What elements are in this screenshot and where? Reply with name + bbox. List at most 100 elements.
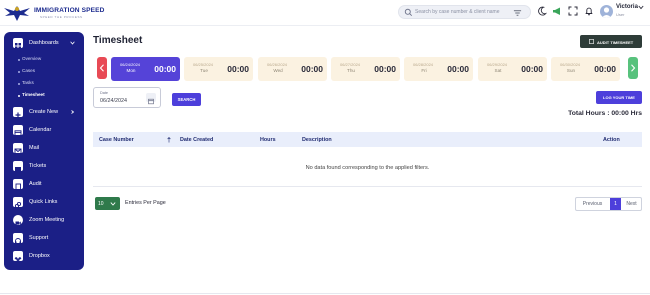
sidebar-item-calendar[interactable]: Calendar [13,125,81,137]
sidebar: Dashboards Overview Cases Tasks Timeshee… [4,32,84,270]
chevron-right-icon [71,110,75,114]
previous-page-button[interactable]: Previous [576,198,609,210]
audit-timesheet-button[interactable]: AUDIT TIMESHEET [580,35,642,48]
sidebar-item-audit[interactable]: Audit [13,179,81,191]
day-hours: 00:00 [301,64,323,74]
total-hours-label: Total Hours : [568,110,610,117]
calendar-icon[interactable] [146,93,156,105]
sidebar-item-label: Audit [29,181,42,187]
sidebar-item-zoom-meeting[interactable]: Zoom Meeting [13,215,81,226]
dark-mode-moon-icon[interactable] [537,6,547,16]
day-date: 06/27/2024 [340,62,361,67]
sidebar-item-create-new[interactable]: Create New [13,107,81,118]
next-page-button[interactable]: Next [622,198,641,210]
sidebar-item-label: Calendar [29,127,52,133]
date-field-label: Date [100,91,109,95]
audit-timesheet-label: AUDIT TIMESHEET [597,39,634,45]
sidebar-item-mail[interactable]: Mail [13,143,81,154]
sidebar-subitem-tasks[interactable]: Tasks [22,80,34,85]
day-card-fri[interactable]: 06/28/2024 Fri 00:00 [404,57,473,81]
ticket-icon [13,161,23,171]
pagination: Previous 1 Next [575,197,642,211]
dashboard-icon [13,38,23,49]
day-card-sat[interactable]: 06/29/2024 Sat 00:00 [478,57,547,81]
chevron-down-icon [110,201,116,206]
total-hours-unit: Hrs [630,110,642,117]
entries-per-page-label: Entries Per Page [125,200,166,206]
column-header-date-created[interactable]: Date Created [180,137,213,143]
sort-arrow-icon[interactable] [167,137,171,143]
user-avatar-icon [601,7,612,18]
sidebar-subitem-overview[interactable]: Overview [22,56,41,61]
sidebar-item-dashboards[interactable]: Dashboards [13,38,81,49]
search-input[interactable]: Search by case number & client name [398,5,531,19]
day-date: 06/25/2024 [193,62,214,67]
avatar[interactable] [600,5,613,18]
sidebar-item-label: Create New [29,109,59,115]
sidebar-item-support[interactable]: Support [13,233,81,244]
empty-table-message: No data found corresponding to the appli… [305,165,430,171]
brand-tagline: SPEED THE PROCESS [40,15,83,19]
day-hours: 00:00 [154,64,176,74]
log-your-time-button[interactable]: LOG YOUR TIME [596,91,642,104]
bullet-icon [18,71,20,73]
brand-name: IMMIGRATION SPEED [34,7,105,14]
table-header: Case Number Date Created Hours Descripti… [93,132,642,147]
chevron-right-icon [631,64,636,72]
user-role: User [616,12,625,17]
chevron-down-icon [70,41,75,45]
day-name: Tue [200,68,208,73]
chevron-down-icon[interactable] [638,5,644,10]
create-icon [13,107,23,118]
total-hours-value: 00:00 [611,110,629,117]
mail-icon [13,143,23,154]
sidebar-item-label: Quick Links [29,199,58,205]
dropbox-icon [13,251,23,262]
day-card-wed[interactable]: 06/26/2024 Wed 00:00 [258,57,327,81]
filter-icon[interactable] [513,9,522,17]
day-date: 06/28/2024 [413,62,434,67]
brand-logo[interactable]: IMMIGRATION SPEED SPEED THE PROCESS [2,3,104,23]
sidebar-item-label: Tickets [29,163,47,169]
sidebar-item-dropbox[interactable]: Dropbox [13,251,81,262]
notification-bell-icon[interactable] [584,6,594,16]
total-hours: Total Hours : 00:00 Hrs [568,110,642,117]
day-name: Thu [347,68,355,73]
sidebar-subitem-cases[interactable]: Cases [22,68,35,73]
day-hours: 00:00 [594,64,616,74]
zoom-icon [13,215,23,225]
bullet-icon [18,59,20,61]
day-name: Mon [126,68,136,73]
day-name: Wed [273,68,283,73]
bullet-icon [18,95,20,97]
fullscreen-icon[interactable] [568,6,578,16]
sidebar-subitem-timesheet[interactable]: Timesheet [22,92,45,97]
support-icon [13,233,23,244]
day-date: 06/24/2024 [120,62,141,67]
page-title: Timesheet [93,35,143,46]
column-header-description[interactable]: Description [302,137,332,143]
day-card-mon[interactable]: 06/24/2024 Mon 00:00 [111,57,180,81]
column-header-case-number[interactable]: Case Number [99,137,134,143]
sidebar-item-tickets[interactable]: Tickets [13,161,81,172]
link-icon [13,197,23,209]
column-header-hours[interactable]: Hours [260,137,276,143]
day-card-thu[interactable]: 06/27/2024 Thu 00:00 [331,57,400,81]
column-header-action: Action [603,137,620,143]
previous-week-button[interactable] [97,57,107,79]
day-card-sun[interactable]: 06/30/2024 Sun 00:00 [551,57,620,81]
day-card-tue[interactable]: 06/25/2024 Tue 00:00 [184,57,253,81]
sidebar-item-quick-links[interactable]: Quick Links [13,197,81,209]
entries-per-page-select[interactable]: 10 [95,197,120,210]
next-week-button[interactable] [628,57,638,79]
day-date: 06/29/2024 [487,62,508,67]
page-1-button[interactable]: 1 [610,198,621,210]
date-field[interactable]: Date 06/24/2024 [93,87,161,108]
announcement-megaphone-icon[interactable] [552,6,562,16]
day-date: 06/30/2024 [560,62,581,67]
day-hours: 00:00 [227,64,249,74]
sidebar-item-label: Dropbox [29,253,50,259]
sidebar-item-label: Support [29,235,49,241]
search-button[interactable]: SEARCH [172,93,201,106]
user-name[interactable]: Victoria [616,4,638,10]
